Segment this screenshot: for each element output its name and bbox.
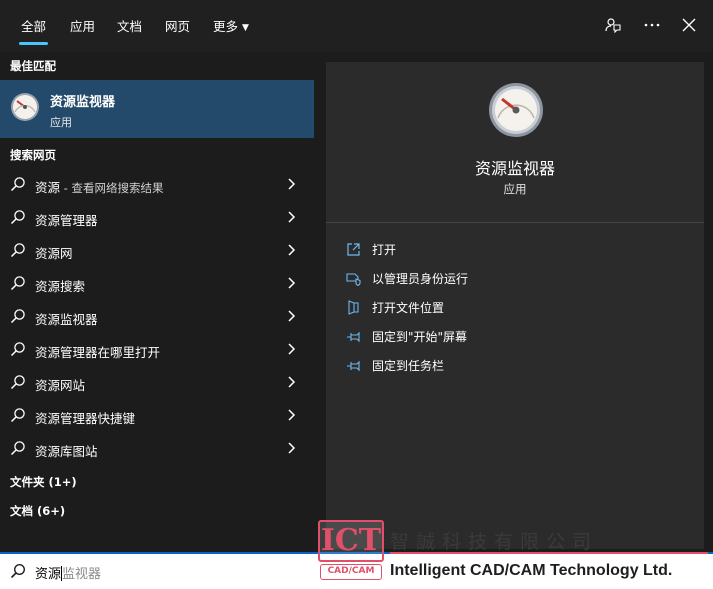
best-match-type: 应用 [50,116,72,129]
web-result-text: 资源管理器在哪里打开 [35,345,161,360]
web-result-row[interactable]: 资源 - 查看网络搜索结果 [0,168,314,201]
chevron-right-icon[interactable] [286,277,296,289]
web-result-text: 资源监视器 [35,312,98,327]
company-name-en: Intelligent CAD/CAM Technology Ltd. [390,562,673,579]
web-result-text: 资源库图站 [35,444,98,459]
web-result-row[interactable]: 资源网站 [0,366,314,399]
search-tabs-bar: 全部 应用 文档 网页 更多 ▼ [0,0,713,52]
search-icon [10,563,26,579]
web-result-text: 资源管理器 [35,213,98,228]
folder-icon [348,300,359,315]
chevron-right-icon[interactable] [286,442,296,454]
search-icon [10,309,25,324]
web-result-row[interactable]: 资源库图站 [0,432,314,465]
search-input[interactable]: 资源监视器 [35,563,101,582]
search-query: 资源 [35,567,62,582]
tab-documents[interactable]: 文档 [117,16,142,35]
company-name-cn: 智誠科技有限公司 [390,531,599,553]
resource-monitor-icon [489,83,543,137]
search-suggestion: 监视器 [62,567,102,582]
close-icon[interactable] [678,14,700,36]
web-result-row[interactable]: 资源管理器 [0,201,314,234]
pin-to-taskbar-label: 固定到任务栏 [372,359,445,373]
section-web-search: 搜索网页 [10,148,56,162]
chevron-down-icon: ▼ [242,23,249,33]
more-icon[interactable] [641,14,663,36]
pin-icon [347,360,360,372]
shield-icon [346,273,361,286]
chevron-right-icon[interactable] [286,310,296,322]
web-result-text: 资源 - 查看网络搜索结果 [35,180,164,195]
web-result-text: 资源搜索 [35,279,86,294]
web-result-row[interactable]: 资源网 [0,234,314,267]
chevron-right-icon[interactable] [286,409,296,421]
open-icon [347,243,360,256]
open-file-location-label: 打开文件位置 [372,301,445,315]
ict-logo: ICT [318,520,384,562]
company-watermark: ICT CAD/CAM 智誠科技有限公司 Intelligent CAD/CAM… [318,520,713,587]
open-label: 打开 [372,243,397,257]
pin-icon [347,331,360,343]
web-result-row[interactable]: 资源监视器 [0,300,314,333]
tab-all[interactable]: 全部 [18,16,49,45]
section-folders[interactable]: 文件夹 (1+) [10,474,77,490]
web-result-row[interactable]: 资源搜索 [0,267,314,300]
chevron-right-icon[interactable] [286,244,296,256]
chevron-right-icon[interactable] [286,211,296,223]
search-icon [10,276,25,291]
search-icon [10,375,25,390]
search-icon [10,243,25,258]
resource-monitor-icon [11,93,39,121]
section-best-match: 最佳匹配 [10,59,56,73]
search-icon [10,441,25,456]
search-icon [10,177,25,192]
section-documents[interactable]: 文档 (6+) [10,503,65,519]
feedback-icon[interactable] [602,14,624,36]
web-result-row[interactable]: 资源管理器快捷键 [0,399,314,432]
web-result-text: 资源管理器快捷键 [35,411,136,426]
search-icon [10,342,25,357]
web-result-row[interactable]: 资源管理器在哪里打开 [0,333,314,366]
tab-apps[interactable]: 应用 [70,16,95,35]
detail-app-name: 资源监视器 [474,159,555,178]
web-result-text: 资源网 [35,246,73,261]
web-result-text: 资源网站 [35,378,86,393]
run-as-admin-label: 以管理员身份运行 [372,272,469,286]
watermark-rule [390,552,708,554]
search-icon [10,408,25,423]
chevron-right-icon[interactable] [286,343,296,355]
chevron-right-icon[interactable] [286,178,296,190]
detail-pane: 资源监视器 应用 打开 以管理员身份运行 打开文件位置 固定到"开始"屏幕 固定… [326,62,704,549]
chevron-right-icon[interactable] [286,376,296,388]
tab-web[interactable]: 网页 [165,16,190,35]
search-icon [10,210,25,225]
detail-app-type: 应用 [503,182,527,196]
pin-to-start-label: 固定到"开始"屏幕 [372,330,468,344]
cadcam-tag: CAD/CAM [320,564,382,580]
results-list: 最佳匹配 资源监视器 应用 搜索网页 资源 - 查看网络搜索结果 资源管理器资源网… [0,52,314,552]
best-match-item[interactable]: 资源监视器 应用 [0,80,314,138]
best-match-name: 资源监视器 [50,95,116,110]
divider [326,222,704,223]
tab-more[interactable]: 更多 ▼ [213,16,249,35]
